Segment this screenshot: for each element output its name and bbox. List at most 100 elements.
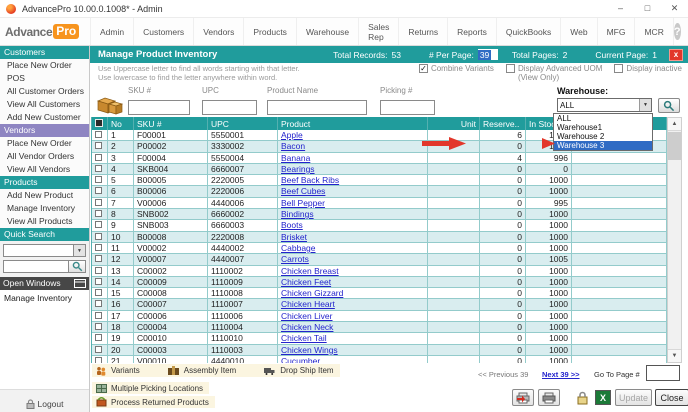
chevron-down-icon[interactable]: ▼	[639, 99, 651, 111]
column-header-unit[interactable]: Unit	[428, 117, 480, 130]
warehouse-combobox[interactable]: ALL ▼	[557, 98, 652, 112]
scroll-down-icon[interactable]: ▼	[668, 349, 681, 362]
row-checkbox[interactable]	[92, 345, 108, 356]
panel-close-button[interactable]: x	[669, 49, 683, 61]
column-header-reserve[interactable]: Reserve..	[480, 117, 526, 130]
update-button[interactable]: Update	[615, 389, 652, 406]
print-button[interactable]	[538, 389, 560, 406]
warehouse-search-button[interactable]	[658, 98, 680, 113]
product-link-carrots[interactable]: Carrots	[281, 254, 309, 264]
warehouse-option-warehouse-3[interactable]: Warehouse 3	[554, 141, 652, 150]
scrollbar-thumb[interactable]	[668, 132, 681, 160]
display-advanced-uom-checkbox[interactable]	[506, 64, 515, 73]
sku-input[interactable]	[128, 100, 190, 115]
per-page-input[interactable]: 39	[478, 49, 498, 60]
warehouse-option-warehouse-2[interactable]: Warehouse 2	[554, 132, 652, 141]
row-checkbox[interactable]	[92, 277, 108, 288]
export-excel-button[interactable]: X	[595, 390, 611, 405]
product-link-brisket[interactable]: Brisket	[281, 232, 307, 242]
sidebar-item-pos[interactable]: POS	[0, 72, 89, 85]
column-header-upc[interactable]: UPC	[208, 117, 278, 130]
sidebar-item-view-all-customers[interactable]: View All Customers	[0, 98, 89, 111]
display-inactive-option[interactable]: Display inactive	[614, 64, 682, 82]
product-link-bindings[interactable]: Bindings	[281, 209, 314, 219]
select-all-checkbox[interactable]	[92, 117, 108, 130]
product-link-chicken-feet[interactable]: Chicken Feet	[281, 277, 331, 287]
row-checkbox[interactable]	[92, 254, 108, 265]
product-link-bacon[interactable]: Bacon	[281, 141, 305, 151]
display-advanced-uom-option[interactable]: Display Advanced UOM (View Only)	[506, 64, 602, 82]
sidebar-item-place-new-order[interactable]: Place New Order	[0, 137, 89, 150]
logout-button[interactable]: Logout	[0, 399, 89, 409]
row-checkbox[interactable]	[92, 153, 108, 164]
product-link-bell-pepper[interactable]: Bell Pepper	[281, 198, 325, 208]
product-link-chicken-gizzard[interactable]: Chicken Gizzard	[281, 288, 343, 298]
menu-item-mfg[interactable]: MFG	[598, 18, 636, 45]
sidebar-item-place-new-order[interactable]: Place New Order	[0, 59, 89, 72]
row-checkbox[interactable]	[92, 288, 108, 299]
minimize-icon[interactable]: –	[607, 0, 634, 17]
menu-item-customers[interactable]: Customers	[134, 18, 194, 45]
product-link-bearings[interactable]: Bearings	[281, 164, 315, 174]
row-checkbox[interactable]	[92, 311, 108, 322]
menu-item-quickbooks[interactable]: QuickBooks	[497, 18, 561, 45]
product-link-cabbage[interactable]: Cabbage	[281, 243, 316, 253]
menu-item-products[interactable]: Products	[244, 18, 297, 45]
previous-page-link[interactable]: << Previous 39	[478, 370, 528, 379]
product-link-chicken-wings[interactable]: Chicken Wings	[281, 345, 338, 355]
close-button[interactable]: Close	[655, 389, 688, 406]
row-checkbox[interactable]	[92, 356, 108, 363]
menu-item-warehouse[interactable]: Warehouse	[297, 18, 359, 45]
row-checkbox[interactable]	[92, 243, 108, 254]
menu-item-reports[interactable]: Reports	[448, 18, 497, 45]
row-checkbox[interactable]	[92, 198, 108, 209]
product-link-beef-cubes[interactable]: Beef Cubes	[281, 186, 325, 196]
display-inactive-checkbox[interactable]	[614, 64, 623, 73]
sidebar-item-all-vendor-orders[interactable]: All Vendor Orders	[0, 150, 89, 163]
quick-search-select[interactable]: ▼	[3, 244, 86, 257]
menu-item-returns[interactable]: Returns	[399, 18, 448, 45]
menu-item-vendors[interactable]: Vendors	[194, 18, 244, 45]
help-icon[interactable]: ?	[674, 23, 681, 40]
column-header-sku[interactable]: SKU #	[134, 117, 208, 130]
column-header-no[interactable]: No	[108, 117, 134, 130]
sidebar-item-add-new-product[interactable]: Add New Product	[0, 189, 89, 202]
product-link-banana[interactable]: Banana	[281, 153, 310, 163]
upc-input[interactable]	[202, 100, 257, 115]
row-checkbox[interactable]	[92, 130, 108, 141]
row-checkbox[interactable]	[92, 322, 108, 333]
goto-page-input[interactable]	[646, 365, 680, 381]
combine-variants-option[interactable]: ✓ Combine Variants	[419, 64, 494, 82]
sidebar-item-view-all-vendors[interactable]: View All Vendors	[0, 163, 89, 176]
menu-item-mcr[interactable]: MCR	[635, 18, 673, 45]
row-checkbox[interactable]	[92, 266, 108, 277]
maximize-icon[interactable]: □	[634, 0, 661, 17]
sidebar-item-view-all-products[interactable]: View All Products	[0, 215, 89, 228]
next-page-link[interactable]: Next 39 >>	[542, 370, 580, 379]
product-link-chicken-breast[interactable]: Chicken Breast	[281, 266, 339, 276]
row-checkbox[interactable]	[92, 141, 108, 152]
warehouse-option-all[interactable]: ALL	[554, 114, 652, 123]
product-link-chicken-heart[interactable]: Chicken Heart	[281, 299, 335, 309]
sidebar-item-all-customer-orders[interactable]: All Customer Orders	[0, 85, 89, 98]
product-link-apple[interactable]: Apple	[281, 130, 303, 140]
sidebar-item-add-new-customer[interactable]: Add New Customer	[0, 111, 89, 124]
scroll-up-icon[interactable]: ▲	[668, 118, 681, 131]
menu-item-admin[interactable]: Admin	[90, 18, 134, 45]
row-checkbox[interactable]	[92, 175, 108, 186]
product-name-input[interactable]	[267, 100, 367, 115]
product-link-beef-back-ribs[interactable]: Beef Back Ribs	[281, 175, 339, 185]
column-header-product[interactable]: Product	[278, 117, 428, 130]
row-checkbox[interactable]	[92, 209, 108, 220]
open-window-item-manage-inventory[interactable]: Manage Inventory	[0, 290, 89, 305]
print-labels-button[interactable]	[512, 389, 534, 406]
warehouse-option-warehouse1[interactable]: Warehouse1	[554, 123, 652, 132]
row-checkbox[interactable]	[92, 232, 108, 243]
menu-item-sales-rep[interactable]: Sales Rep	[359, 18, 399, 45]
row-checkbox[interactable]	[92, 220, 108, 231]
window-list-icon[interactable]	[74, 279, 86, 288]
row-checkbox[interactable]	[92, 299, 108, 310]
combine-variants-checkbox[interactable]: ✓	[419, 64, 428, 73]
quick-search-input[interactable]	[3, 260, 69, 273]
product-link-chicken-neck[interactable]: Chicken Neck	[281, 322, 333, 332]
